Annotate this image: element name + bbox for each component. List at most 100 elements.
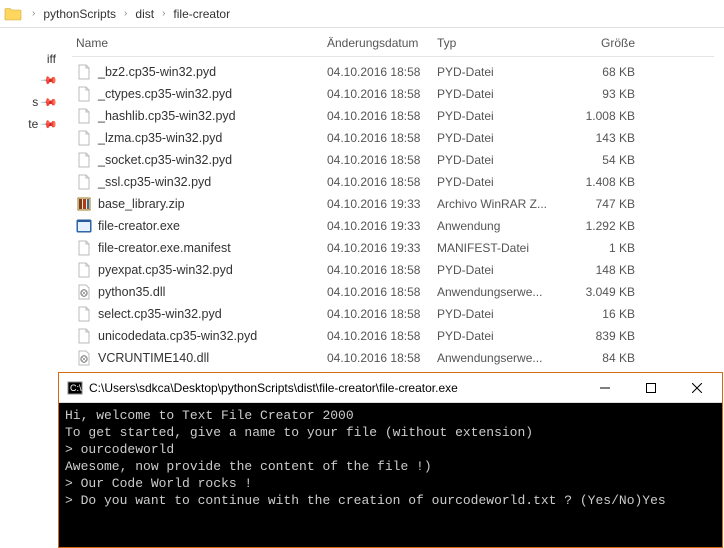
file-name: _hashlib.cp35-win32.pyd <box>98 109 236 123</box>
file-type: PYD-Datei <box>437 109 567 123</box>
file-row[interactable]: select.cp35-win32.pyd 04.10.2016 18:58PYD… <box>72 303 714 325</box>
file-row[interactable]: _ssl.cp35-win32.pyd04.10.2016 18:58PYD-D… <box>72 171 714 193</box>
column-header-date[interactable]: Änderungsdatum <box>327 36 437 50</box>
file-size: 84 KB <box>567 351 647 365</box>
file-type: PYD-Datei <box>437 263 567 277</box>
file-size: 148 KB <box>567 263 647 277</box>
close-button[interactable] <box>674 373 720 403</box>
file-type: Anwendung <box>437 219 567 233</box>
sidebar-item[interactable]: s 📌 <box>0 91 62 113</box>
file-date: 04.10.2016 19:33 <box>327 219 437 233</box>
file-row[interactable]: file-creator.exe04.10.2016 19:33Anwendun… <box>72 215 714 237</box>
file-row[interactable]: file-creator.exe.manifest 04.10.2016 19:3… <box>72 237 714 259</box>
file-icon <box>76 328 92 344</box>
file-name: _socket.cp35-win32.pyd <box>98 153 232 167</box>
column-header-name[interactable]: Name <box>72 36 327 50</box>
file-row[interactable]: _socket.cp35-win32.pyd 04.10.2016 18:58PY… <box>72 149 714 171</box>
folder-icon <box>4 7 22 21</box>
file-size: 54 KB <box>567 153 647 167</box>
column-header-type[interactable]: Typ <box>437 36 567 50</box>
svg-text:C:\: C:\ <box>70 383 82 393</box>
file-icon <box>76 64 92 80</box>
sidebar-item-label: te <box>28 117 38 131</box>
breadcrumb-item[interactable]: file-creator <box>169 7 234 21</box>
file-name: file-creator.exe.manifest <box>98 241 231 255</box>
file-name: _bz2.cp35-win32.pyd <box>98 65 216 79</box>
file-icon <box>76 108 92 124</box>
dll-icon <box>76 284 92 300</box>
file-icon <box>76 240 92 256</box>
pin-icon: 📌 <box>40 71 59 90</box>
file-date: 04.10.2016 18:58 <box>327 87 437 101</box>
file-date: 04.10.2016 18:58 <box>327 329 437 343</box>
column-headers: Name Änderungsdatum Typ Größe <box>72 36 714 57</box>
console-window: C:\ C:\Users\sdkca\Desktop\pythonScripts… <box>58 372 723 548</box>
breadcrumb: › pythonScripts › dist › file-creator <box>0 0 724 28</box>
file-name: _ssl.cp35-win32.pyd <box>98 175 211 189</box>
file-type: PYD-Datei <box>437 131 567 145</box>
file-date: 04.10.2016 18:58 <box>327 307 437 321</box>
dll-icon <box>76 350 92 366</box>
file-name: pyexpat.cp35-win32.pyd <box>98 263 233 277</box>
zip-icon <box>76 196 92 212</box>
file-row[interactable]: _bz2.cp35-win32.pyd04.10.2016 18:58PYD-D… <box>72 61 714 83</box>
maximize-button[interactable] <box>628 373 674 403</box>
file-row[interactable]: _ctypes.cp35-win32.pyd04.10.2016 18:58PY… <box>72 83 714 105</box>
file-row[interactable]: base_library.zip04.10.2016 19:33Archivo … <box>72 193 714 215</box>
chevron-right-icon: › <box>120 8 131 19</box>
file-type: Anwendungserwe... <box>437 285 567 299</box>
file-name: _ctypes.cp35-win32.pyd <box>98 87 232 101</box>
file-date: 04.10.2016 19:33 <box>327 241 437 255</box>
console-title: C:\Users\sdkca\Desktop\pythonScripts\dis… <box>89 381 582 395</box>
file-row[interactable]: python35.dll04.10.2016 18:58Anwendungser… <box>72 281 714 303</box>
file-size: 1.292 KB <box>567 219 647 233</box>
file-icon <box>76 262 92 278</box>
file-type: PYD-Datei <box>437 175 567 189</box>
console-output[interactable]: Hi, welcome to Text File Creator 2000 To… <box>59 403 722 547</box>
file-size: 93 KB <box>567 87 647 101</box>
file-row[interactable]: unicodedata.cp35-win32.pyd 04.10.2016 18:… <box>72 325 714 347</box>
file-type: PYD-Datei <box>437 307 567 321</box>
column-header-size[interactable]: Größe <box>567 36 647 50</box>
exe-icon <box>76 218 92 234</box>
file-row[interactable]: _hashlib.cp35-win32.pyd 04.10.2016 18:58P… <box>72 105 714 127</box>
console-icon: C:\ <box>67 380 83 396</box>
sidebar-item-label: s <box>32 95 38 109</box>
file-name: unicodedata.cp35-win32.pyd <box>98 329 257 343</box>
file-type: Anwendungserwe... <box>437 351 567 365</box>
sidebar: iff 📌 s 📌 te 📌 <box>0 28 62 548</box>
file-date: 04.10.2016 18:58 <box>327 131 437 145</box>
file-icon <box>76 306 92 322</box>
file-type: PYD-Datei <box>437 153 567 167</box>
sidebar-item-label: iff <box>47 52 56 66</box>
window-controls <box>582 373 720 403</box>
chevron-right-icon: › <box>158 8 169 19</box>
sidebar-item[interactable]: 📌 <box>0 70 62 91</box>
file-icon <box>76 174 92 190</box>
minimize-button[interactable] <box>582 373 628 403</box>
file-icon <box>76 152 92 168</box>
file-name: select.cp35-win32.pyd <box>98 307 222 321</box>
file-row[interactable]: VCRUNTIME140.dll04.10.2016 18:58Anwendun… <box>72 347 714 369</box>
file-row[interactable]: pyexpat.cp35-win32.pyd04.10.2016 18:58PY… <box>72 259 714 281</box>
file-size: 16 KB <box>567 307 647 321</box>
file-date: 04.10.2016 18:58 <box>327 109 437 123</box>
file-row[interactable]: _lzma.cp35-win32.pyd04.10.2016 18:58PYD-… <box>72 127 714 149</box>
file-size: 747 KB <box>567 197 647 211</box>
pin-icon: 📌 <box>40 115 59 134</box>
file-size: 68 KB <box>567 65 647 79</box>
breadcrumb-item[interactable]: pythonScripts <box>39 7 120 21</box>
file-name: VCRUNTIME140.dll <box>98 351 209 365</box>
pin-icon: 📌 <box>40 93 59 112</box>
file-size: 3.049 KB <box>567 285 647 299</box>
file-type: MANIFEST-Datei <box>437 241 567 255</box>
file-date: 04.10.2016 18:58 <box>327 153 437 167</box>
sidebar-item[interactable]: iff <box>0 48 62 70</box>
sidebar-item[interactable]: te 📌 <box>0 113 62 135</box>
file-size: 1.008 KB <box>567 109 647 123</box>
file-size: 1.408 KB <box>567 175 647 189</box>
file-size: 143 KB <box>567 131 647 145</box>
console-titlebar[interactable]: C:\ C:\Users\sdkca\Desktop\pythonScripts… <box>59 373 722 403</box>
file-name: base_library.zip <box>98 197 185 211</box>
breadcrumb-item[interactable]: dist <box>131 7 158 21</box>
